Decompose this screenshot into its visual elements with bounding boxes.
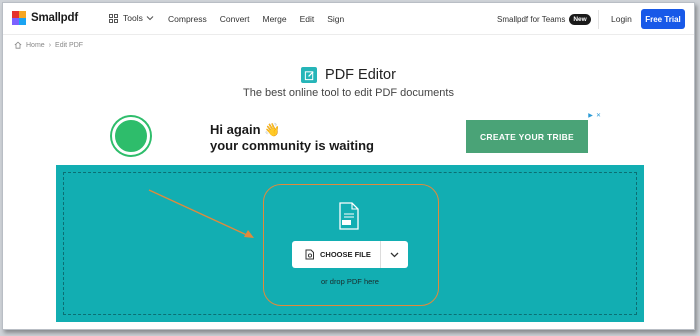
file-search-icon bbox=[305, 249, 314, 260]
choose-file-dropdown[interactable] bbox=[381, 241, 408, 268]
pdf-file-icon bbox=[339, 202, 359, 230]
choose-file-button[interactable]: CHOOSE FILE bbox=[292, 241, 381, 268]
browser-frame: Smallpdf Tools Compress Convert Merge Ed… bbox=[2, 2, 695, 330]
choose-file-control: CHOOSE FILE bbox=[292, 241, 408, 268]
drop-hint: or drop PDF here bbox=[321, 277, 379, 286]
chevron-down-icon bbox=[390, 252, 399, 257]
choose-file-label: CHOOSE FILE bbox=[320, 250, 371, 259]
